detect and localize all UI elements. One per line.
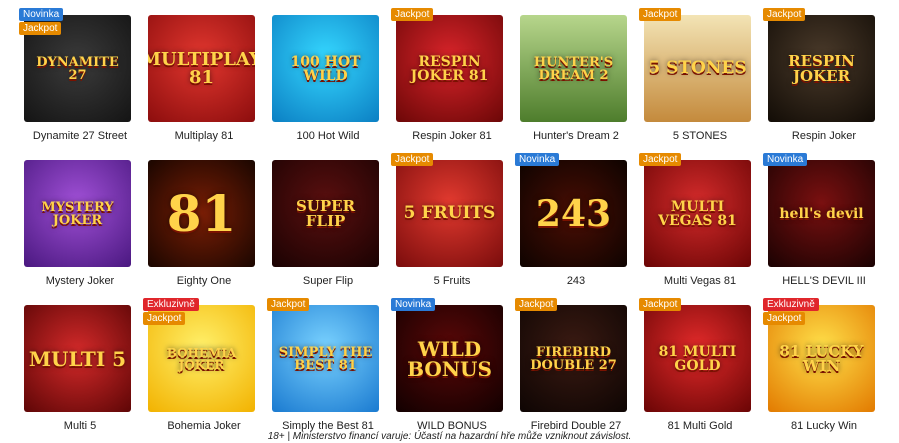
vegas-slot-art: MULTI VEGAS 81: [658, 198, 737, 229]
game-thumbnail[interactable]: 81 MULTI GOLD: [644, 305, 751, 412]
game-card[interactable]: SUPER FLIP Super Flip: [266, 153, 390, 298]
game-title[interactable]: Dynamite 27 Street: [18, 130, 142, 142]
bohemia-joker-slot-art: BOHEMIA JOKER: [166, 345, 237, 372]
game-badge: Jackpot: [639, 8, 682, 21]
game-thumbnail[interactable]: RESPIN JOKER: [768, 15, 875, 122]
wild-bonus-slot-art: WILD BONUS: [407, 336, 492, 381]
game-badge: Jackpot: [763, 312, 806, 325]
game-card[interactable]: hell's devil Novinka HELL'S DEVIL III: [762, 153, 886, 298]
game-title[interactable]: 100 Hot Wild: [266, 130, 390, 142]
gambling-warning-footer: 18+ | Ministerstvo financí varuje: Účast…: [267, 431, 632, 442]
game-card[interactable]: MULTI 5 Multi 5: [18, 298, 142, 443]
game-card[interactable]: HUNTER'S DREAM 2 Hunter's Dream 2: [514, 8, 638, 153]
game-grid: DYNAMITE 27 Novinka Jackpot Dynamite 27 Str…: [18, 8, 890, 438]
neon-5-slot-art: MULTI 5: [28, 346, 127, 371]
game-thumbnail[interactable]: 81: [148, 160, 255, 267]
game-thumbnail[interactable]: MULTI 5: [24, 305, 131, 412]
fire-81-slot-art: 81: [166, 183, 237, 243]
game-title[interactable]: HELL'S DEVIL III: [762, 275, 886, 287]
game-card[interactable]: 81 MULTI GOLD Jackpot 81 Multi Gold: [638, 298, 762, 443]
game-badge: Jackpot: [143, 312, 186, 325]
jester-hat-slot-art: MYSTERY JOKER: [41, 199, 114, 228]
game-thumbnail[interactable]: WILD BONUS: [396, 305, 503, 412]
dynamite-slot-art: DYNAMITE 27: [36, 54, 119, 83]
game-thumbnail[interactable]: RESPIN JOKER 81: [396, 15, 503, 122]
devil-slot-art: hell's devil: [779, 205, 864, 222]
game-card[interactable]: BOHEMIA JOKER Exkluzivně Jackpot Bohemia Jo…: [142, 298, 266, 443]
game-badge: Novinka: [515, 153, 560, 166]
game-badge: Jackpot: [19, 22, 62, 35]
game-title[interactable]: Multiplay 81: [142, 130, 266, 142]
game-thumbnail[interactable]: HUNTER'S DREAM 2: [520, 15, 627, 122]
game-thumbnail[interactable]: 100 HOT WILD: [272, 15, 379, 122]
game-title[interactable]: Multi Vegas 81: [638, 275, 762, 287]
game-badge: Jackpot: [763, 8, 806, 21]
game-thumbnail[interactable]: MYSTERY JOKER: [24, 160, 131, 267]
game-badge: Jackpot: [515, 298, 558, 311]
game-card[interactable]: 100 HOT WILD 100 Hot Wild: [266, 8, 390, 153]
game-card[interactable]: 243 Novinka 243: [514, 153, 638, 298]
firebird-slot-art: FIREBIRD DOUBLE 27: [530, 344, 617, 373]
game-card[interactable]: FIREBIRD DOUBLE 27 Jackpot Firebird Double…: [514, 298, 638, 443]
game-card[interactable]: WILD BONUS Novinka WILD BONUS: [390, 298, 514, 443]
multi-gold-slot-art: 81 MULTI GOLD: [658, 343, 737, 374]
game-card[interactable]: 81 LUCKY WIN Exkluzivně Jackpot 81 Lucky Wi…: [762, 298, 886, 443]
joker-slot-art: 100 HOT WILD: [290, 53, 361, 84]
game-thumbnail[interactable]: FIREBIRD DOUBLE 27: [520, 305, 627, 412]
game-thumbnail[interactable]: SUPER FLIP: [272, 160, 379, 267]
hunter-slot-art: HUNTER'S DREAM 2: [533, 54, 614, 83]
game-badge: Jackpot: [391, 153, 434, 166]
game-card[interactable]: 81 Eighty One: [142, 153, 266, 298]
fire-243-slot-art: 243: [535, 192, 612, 235]
game-title[interactable]: Super Flip: [266, 275, 390, 287]
game-badge: Jackpot: [639, 298, 682, 311]
game-title[interactable]: Hunter's Dream 2: [514, 130, 638, 142]
game-title[interactable]: Respin Joker 81: [390, 130, 514, 142]
game-card[interactable]: RESPIN JOKER 81 Jackpot Respin Joker 81: [390, 8, 514, 153]
game-title[interactable]: 243: [514, 275, 638, 287]
game-thumbnail[interactable]: 5 FRUITS: [396, 160, 503, 267]
game-card[interactable]: MULTI VEGAS 81 Jackpot Multi Vegas 81: [638, 153, 762, 298]
fruits-slot-art: 5 FRUITS: [403, 203, 496, 223]
game-thumbnail[interactable]: 5 STONES: [644, 15, 751, 122]
game-thumbnail[interactable]: MULTI VEGAS 81: [644, 160, 751, 267]
lucky-win-slot-art: 81 LUCKY WIN: [779, 341, 864, 375]
game-title[interactable]: Respin Joker: [762, 130, 886, 142]
game-badge: Novinka: [391, 298, 436, 311]
game-card[interactable]: MYSTERY JOKER Mystery Joker: [18, 153, 142, 298]
game-badge: Exkluzivně: [143, 298, 199, 311]
strawberry-slot-art: SUPER FLIP: [295, 196, 356, 230]
game-title[interactable]: Eighty One: [142, 275, 266, 287]
game-badge: Novinka: [19, 8, 64, 21]
game-title[interactable]: 5 Fruits: [390, 275, 514, 287]
game-thumbnail[interactable]: MULTIPLAY 81: [148, 15, 255, 122]
game-badge: Exkluzivně: [763, 298, 819, 311]
joker-mask-slot-art: RESPIN JOKER 81: [410, 53, 489, 84]
game-thumbnail[interactable]: SIMPLY THE BEST 81: [272, 305, 379, 412]
pyramid-slot-art: 5 STONES: [648, 58, 747, 78]
game-card[interactable]: DYNAMITE 27 Novinka Jackpot Dynamite 27 Str…: [18, 8, 142, 153]
game-card[interactable]: SIMPLY THE BEST 81 Jackpot Simply the Best…: [266, 298, 390, 443]
multiplay-slot-art: MULTIPLAY 81: [148, 48, 255, 88]
game-card[interactable]: 5 STONES Jackpot 5 STONES: [638, 8, 762, 153]
game-badge: Jackpot: [391, 8, 434, 21]
game-badge: Jackpot: [639, 153, 682, 166]
game-badge: Jackpot: [267, 298, 310, 311]
game-card[interactable]: 5 FRUITS Jackpot 5 Fruits: [390, 153, 514, 298]
game-title[interactable]: 5 STONES: [638, 130, 762, 142]
game-badge: Novinka: [763, 153, 808, 166]
game-card[interactable]: RESPIN JOKER Jackpot Respin Joker: [762, 8, 886, 153]
game-thumbnail[interactable]: hell's devil: [768, 160, 875, 267]
game-title[interactable]: Mystery Joker: [18, 275, 142, 287]
simply-best-slot-art: SIMPLY THE BEST 81: [278, 344, 373, 373]
game-thumbnail[interactable]: 243: [520, 160, 627, 267]
game-card[interactable]: MULTIPLAY 81 Multiplay 81: [142, 8, 266, 153]
joker-mask-slot-art: RESPIN JOKER: [788, 51, 855, 85]
